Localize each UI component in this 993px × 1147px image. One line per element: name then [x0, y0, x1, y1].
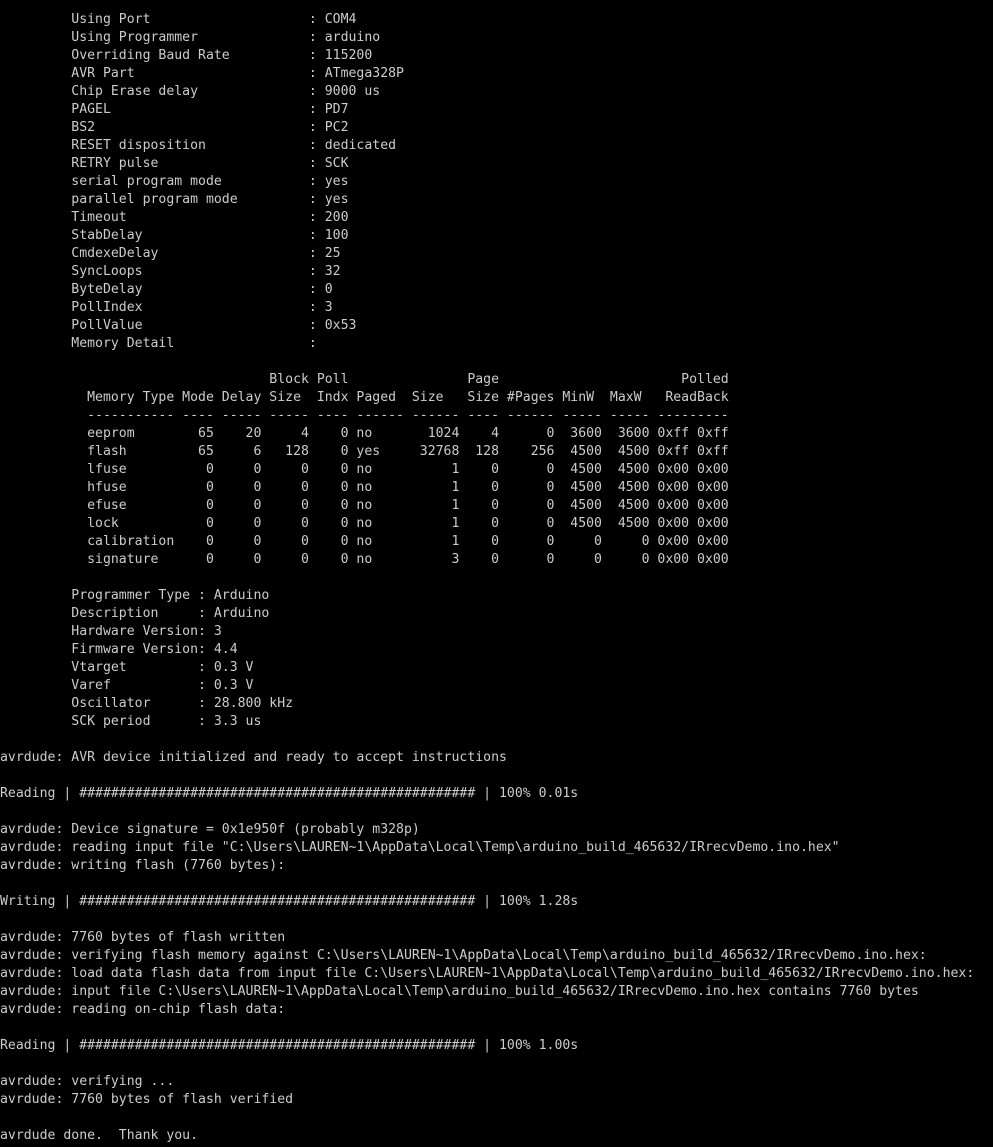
- console-line: avrdude: Device signature = 0x1e950f (pr…: [0, 822, 420, 837]
- console-line: Vtarget : 0.3 V: [0, 660, 254, 675]
- console-line: Block Poll Page Polled: [0, 372, 729, 387]
- console-line: ByteDelay : 0: [0, 282, 333, 297]
- console-line: Description : Arduino: [0, 606, 270, 621]
- console-line: avrdude: 7760 bytes of flash written: [0, 930, 286, 945]
- console-line: Firmware Version: 4.4: [0, 642, 238, 657]
- console-line: avrdude: reading on-chip flash data:: [0, 1002, 286, 1017]
- console-line: Reading | ##############################…: [0, 1038, 579, 1053]
- console-line: flash 65 6 128 0 yes 32768 128 256 4500 …: [0, 444, 729, 459]
- console-line: Using Port : COM4: [0, 12, 357, 27]
- console-line: StabDelay : 100: [0, 228, 349, 243]
- console-output[interactable]: Using Port : COM4 Using Programmer : ard…: [0, 11, 993, 1145]
- console-line: eeprom 65 20 4 0 no 1024 4 0 3600 3600 0…: [0, 426, 729, 441]
- console-line: Writing | ##############################…: [0, 894, 579, 909]
- console-line: avrdude: input file C:\Users\LAUREN~1\Ap…: [0, 984, 919, 999]
- console-line: avrdude: load data flash data from input…: [0, 966, 975, 981]
- console-line: RESET disposition : dedicated: [0, 138, 397, 153]
- console-line: Chip Erase delay : 9000 us: [0, 84, 381, 99]
- console-line: calibration 0 0 0 0 no 1 0 0 0 0 0x00 0x…: [0, 534, 729, 549]
- console-line: Hardware Version: 3: [0, 624, 222, 639]
- console-line: avrdude done. Thank you.: [0, 1128, 199, 1143]
- console-line: Oscillator : 28.800 kHz: [0, 696, 294, 711]
- console-line: lfuse 0 0 0 0 no 1 0 0 4500 4500 0x00 0x…: [0, 462, 729, 477]
- console-line: parallel program mode : yes: [0, 192, 349, 207]
- console-line: AVR Part : ATmega328P: [0, 66, 404, 81]
- console-line: SyncLoops : 32: [0, 264, 341, 279]
- console-line: Varef : 0.3 V: [0, 678, 254, 693]
- console-line: CmdexeDelay : 25: [0, 246, 341, 261]
- console-line: avrdude: AVR device initialized and read…: [0, 750, 507, 765]
- console-line: hfuse 0 0 0 0 no 1 0 0 4500 4500 0x00 0x…: [0, 480, 729, 495]
- console-line: Memory Type Mode Delay Size Indx Paged S…: [0, 390, 729, 405]
- console-line: avrdude: verifying flash memory against …: [0, 948, 927, 963]
- console-line: Timeout : 200: [0, 210, 349, 225]
- console-line: SCK period : 3.3 us: [0, 714, 262, 729]
- console-line: PAGEL : PD7: [0, 102, 349, 117]
- console-line: Using Programmer : arduino: [0, 30, 381, 45]
- console-line: BS2 : PC2: [0, 120, 349, 135]
- console-line: ----------- ---- ----- ----- ---- ------…: [0, 408, 729, 423]
- console-line: Programmer Type : Arduino: [0, 588, 270, 603]
- console-line: Overriding Baud Rate : 115200: [0, 48, 373, 63]
- console-line: avrdude: writing flash (7760 bytes):: [0, 858, 286, 873]
- console-line: avrdude: verifying ...: [0, 1074, 175, 1089]
- console-line: avrdude: reading input file "C:\Users\LA…: [0, 840, 840, 855]
- console-line: lock 0 0 0 0 no 1 0 0 4500 4500 0x00 0x0…: [0, 516, 729, 531]
- console-line: efuse 0 0 0 0 no 1 0 0 4500 4500 0x00 0x…: [0, 498, 729, 513]
- console-line: RETRY pulse : SCK: [0, 156, 349, 171]
- console-line: Memory Detail :: [0, 336, 317, 351]
- console-line: serial program mode : yes: [0, 174, 349, 189]
- console-line: signature 0 0 0 0 no 3 0 0 0 0 0x00 0x00: [0, 552, 729, 567]
- console-line: avrdude: 7760 bytes of flash verified: [0, 1092, 294, 1107]
- console-line: PollIndex : 3: [0, 300, 333, 315]
- console-line: Reading | ##############################…: [0, 786, 579, 801]
- console-line: PollValue : 0x53: [0, 318, 357, 333]
